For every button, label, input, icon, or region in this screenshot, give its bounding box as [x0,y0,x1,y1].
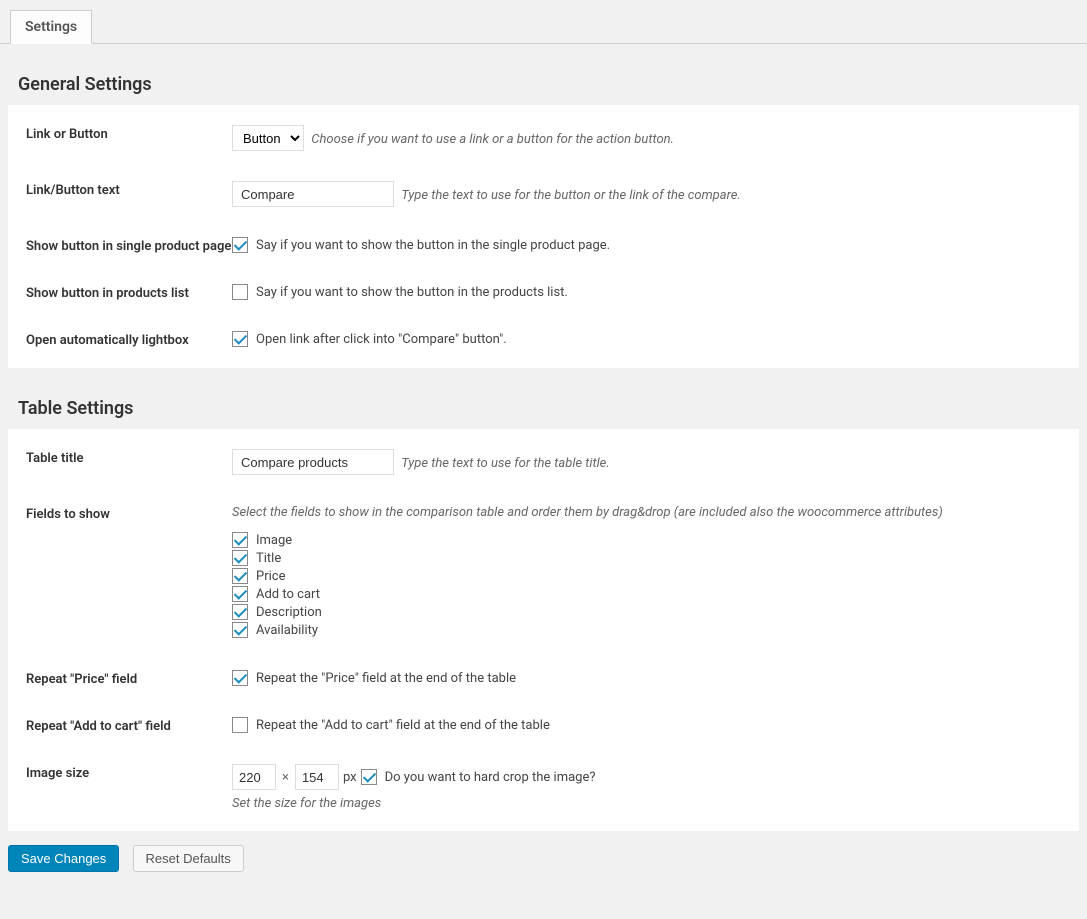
size-sep: × [282,770,289,785]
field-label: Image [256,533,292,548]
label-repeat-price: Repeat "Price" field [26,670,232,687]
field-item[interactable]: Add to cart [232,586,1061,602]
section-title-table: Table Settings [0,368,1087,429]
label-show-list: Show button in products list [26,284,232,301]
save-button[interactable]: Save Changes [8,845,119,872]
section-table: Table title Type the text to use for the… [8,429,1079,831]
label-fields-to-show: Fields to show [26,505,232,522]
field-label: Description [256,605,322,620]
submit-row: Save Changes Reset Defaults [0,831,1087,886]
fields-list: Image Title Price Add to cart [232,532,1061,638]
label-repeat-cart: Repeat "Add to cart" field [26,717,232,734]
field-label: Availability [256,623,318,638]
text-hard-crop: Do you want to hard crop the image? [385,770,596,785]
px-label: px [343,770,357,785]
checkbox-repeat-cart[interactable] [232,717,248,733]
field-item[interactable]: Description [232,604,1061,620]
section-title-general: General Settings [0,44,1087,105]
input-image-width[interactable] [232,764,276,790]
label-table-title: Table title [26,449,232,466]
input-table-title[interactable] [232,449,394,475]
checkbox-field-image[interactable] [232,532,248,548]
tab-settings[interactable]: Settings [10,10,92,44]
label-open-lightbox: Open automatically lightbox [26,331,232,348]
field-label: Add to cart [256,587,320,602]
tab-bar: Settings [0,0,1087,44]
select-link-or-button[interactable]: Button [232,125,304,151]
checkbox-hard-crop[interactable] [361,769,377,785]
input-link-button-text[interactable] [232,181,394,207]
label-link-button-text: Link/Button text [26,181,232,198]
text-repeat-price: Repeat the "Price" field at the end of t… [256,671,516,686]
field-item[interactable]: Title [232,550,1061,566]
checkbox-repeat-price[interactable] [232,670,248,686]
field-item[interactable]: Image [232,532,1061,548]
label-link-or-button: Link or Button [26,125,232,142]
checkbox-show-single[interactable] [232,237,248,253]
field-item[interactable]: Availability [232,622,1061,638]
desc-table-title: Type the text to use for the table title… [401,456,609,471]
field-label: Title [256,551,281,566]
checkbox-field-description[interactable] [232,604,248,620]
desc-link-or-button: Choose if you want to use a link or a bu… [311,132,674,147]
field-label: Price [256,569,285,584]
checkbox-field-title[interactable] [232,550,248,566]
input-image-height[interactable] [295,764,339,790]
checkbox-field-price[interactable] [232,568,248,584]
checkbox-field-add-to-cart[interactable] [232,586,248,602]
text-open-lightbox: Open link after click into "Compare" but… [256,332,507,347]
checkbox-open-lightbox[interactable] [232,331,248,347]
desc-image-size: Set the size for the images [232,796,1061,811]
text-repeat-cart: Repeat the "Add to cart" field at the en… [256,718,550,733]
field-item[interactable]: Price [232,568,1061,584]
checkbox-show-list[interactable] [232,284,248,300]
checkbox-field-availability[interactable] [232,622,248,638]
text-show-single: Say if you want to show the button in th… [256,238,610,253]
text-show-list: Say if you want to show the button in th… [256,285,568,300]
label-show-single: Show button in single product page [26,237,232,254]
desc-fields-to-show: Select the fields to show in the compari… [232,505,1061,520]
section-general: Link or Button Button Choose if you want… [8,105,1079,368]
reset-button[interactable]: Reset Defaults [133,845,244,872]
label-image-size: Image size [26,764,232,781]
desc-link-button-text: Type the text to use for the button or t… [401,188,741,203]
